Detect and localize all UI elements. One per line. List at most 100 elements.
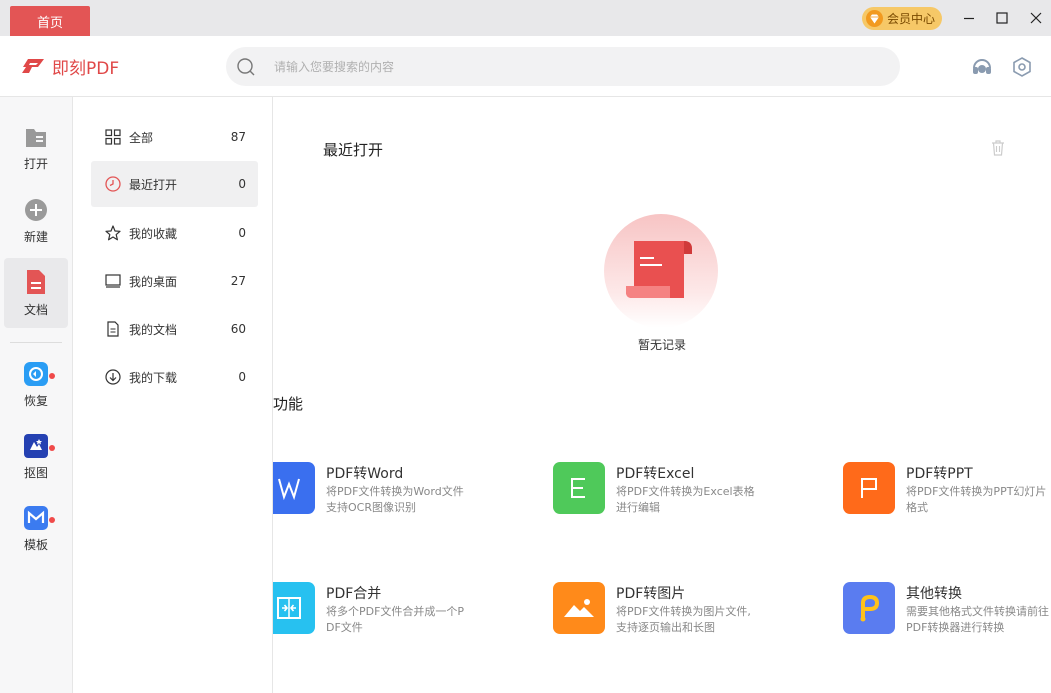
category-label: 我的收藏: [129, 226, 178, 241]
category-label: 我的桌面: [129, 274, 178, 289]
feature-pdf-to-image[interactable]: PDF转图片 将PDF文件转换为图片文件,支持逐页输出和长图: [553, 582, 833, 652]
new-badge-dot: [49, 517, 55, 523]
star-icon: [104, 224, 122, 242]
feature-desc: 将PDF文件转换为图片文件,支持逐页输出和长图: [616, 605, 751, 634]
empty-state-illustration: [604, 214, 718, 328]
logo-icon: [22, 58, 44, 73]
category-documents[interactable]: 我的文档 60: [91, 306, 258, 352]
folder-open-icon: [26, 128, 46, 147]
maximize-icon: [996, 12, 1008, 24]
category-downloads[interactable]: 我的下载 0: [91, 354, 258, 400]
feature-desc: 需要其他格式文件转换请前往PDF转换器进行转换: [906, 605, 1049, 634]
new-badge-dot: [49, 373, 55, 379]
feature-desc: 将PDF文件转换为Word文件支持OCR图像识别: [326, 485, 464, 514]
category-count: 60: [230, 322, 246, 336]
category-count: 0: [238, 370, 246, 384]
feature-pdf-to-ppt[interactable]: PDF转PPT 将PDF文件转换为PPT幻灯片格式: [843, 462, 1051, 532]
features-section-title: 功能: [273, 395, 304, 413]
app-header: 即刻PDF: [0, 36, 1051, 97]
feature-title: PDF转Word: [326, 466, 404, 482]
cutout-icon: [24, 433, 48, 458]
template-icon: [24, 505, 48, 530]
recover-icon: [24, 361, 48, 386]
category-label: 全部: [129, 130, 154, 145]
category-all[interactable]: 全部 87: [91, 114, 258, 160]
category-count: 27: [230, 274, 246, 288]
rail-item-label: 文档: [23, 302, 48, 317]
image-icon: [553, 582, 605, 634]
file-icon: [104, 320, 122, 338]
feature-title: 其他转换: [906, 586, 962, 602]
feature-pdf-to-word[interactable]: PDF转Word 将PDF文件转换为Word文件支持OCR图像识别: [273, 462, 543, 532]
minimize-button[interactable]: [958, 7, 980, 29]
close-button[interactable]: [1025, 7, 1047, 29]
scroll-document-icon: [626, 241, 692, 298]
title-bar: 首页 会员中心: [0, 0, 1051, 36]
monitor-icon: [104, 272, 122, 290]
rail-item-label: 模板: [23, 537, 48, 552]
rail-item-cutout[interactable]: 抠图: [4, 422, 68, 492]
category-favorites[interactable]: 我的收藏 0: [91, 210, 258, 256]
category-label: 我的文档: [129, 322, 178, 337]
category-panel: 全部 87 最近打开 0 我的收藏 0 我的桌面 27 我的文档 60 我的下载…: [73, 97, 273, 693]
excel-icon: [553, 462, 605, 514]
tab-home[interactable]: 首页: [10, 6, 90, 36]
feature-title: PDF转Excel: [616, 466, 695, 482]
rail-item-label: 新建: [23, 229, 48, 244]
headset-icon: [973, 59, 991, 74]
category-count: 87: [230, 130, 246, 144]
search-icon: [237, 57, 255, 75]
recent-section-title: 最近打开: [323, 141, 384, 159]
vip-label: 会员中心: [887, 12, 936, 26]
rail-item-templates[interactable]: 模板: [4, 494, 68, 564]
minimize-icon: [964, 17, 974, 20]
search-input[interactable]: [274, 59, 834, 74]
download-icon: [104, 368, 122, 386]
close-icon: [1030, 12, 1042, 24]
rail-item-open[interactable]: 打开: [4, 114, 68, 184]
new-badge-dot: [49, 445, 55, 451]
feature-pdf-to-excel[interactable]: PDF转Excel 将PDF文件转换为Excel表格进行编辑: [553, 462, 833, 532]
feature-pdf-merge[interactable]: PDF合并 将多个PDF文件合并成一个PDF文件: [273, 582, 543, 652]
app-logo: 即刻PDF: [20, 54, 119, 79]
converter-app-icon: [843, 582, 895, 634]
feature-title: PDF转PPT: [906, 466, 973, 482]
maximize-button[interactable]: [991, 7, 1013, 29]
hexagon-settings-icon: [1013, 57, 1031, 77]
rail-item-label: 抠图: [23, 465, 48, 480]
ppt-icon: [843, 462, 895, 514]
rail-item-recover[interactable]: 恢复: [4, 350, 68, 420]
diamond-icon: [866, 10, 883, 27]
category-label: 最近打开: [129, 177, 178, 192]
customer-service-button[interactable]: [971, 56, 993, 78]
document-icon: [27, 269, 45, 294]
clear-recent-button[interactable]: [989, 139, 1009, 159]
plus-circle-icon: [25, 198, 47, 221]
category-desktop[interactable]: 我的桌面 27: [91, 258, 258, 304]
clock-icon: [104, 175, 122, 193]
vip-center-button[interactable]: 会员中心: [862, 7, 942, 30]
grid-icon: [104, 128, 122, 146]
feature-desc: 将PDF文件转换为Excel表格进行编辑: [616, 485, 755, 514]
app-name: 即刻PDF: [52, 59, 120, 79]
main-content: 最近打开 暂无记录 功能 PDF转Word 将PDF文件转换为Word文件支持O…: [273, 97, 1051, 693]
trash-icon: [992, 140, 1004, 156]
feature-title: PDF转图片: [616, 586, 686, 602]
feature-desc: 将PDF文件转换为PPT幻灯片格式: [906, 485, 1047, 514]
feature-title: PDF合并: [326, 586, 382, 602]
rail-item-new[interactable]: 新建: [4, 186, 68, 256]
rail-divider: [10, 342, 62, 343]
search-bar[interactable]: [226, 47, 900, 86]
category-count: 0: [238, 177, 246, 191]
settings-button[interactable]: [1011, 56, 1033, 78]
rail-item-label: 恢复: [23, 393, 48, 408]
empty-state-text: 暂无记录: [637, 338, 686, 352]
rail-item-documents[interactable]: 文档: [4, 258, 68, 328]
left-rail: 打开 新建 文档 恢复 抠图 模板: [0, 97, 73, 693]
category-recent[interactable]: 最近打开 0: [91, 161, 258, 207]
category-label: 我的下载: [129, 370, 178, 385]
category-count: 0: [238, 226, 246, 240]
merge-icon: [273, 582, 315, 634]
feature-other-conversion[interactable]: 其他转换 需要其他格式文件转换请前往PDF转换器进行转换: [843, 582, 1051, 652]
word-icon: [273, 462, 315, 514]
